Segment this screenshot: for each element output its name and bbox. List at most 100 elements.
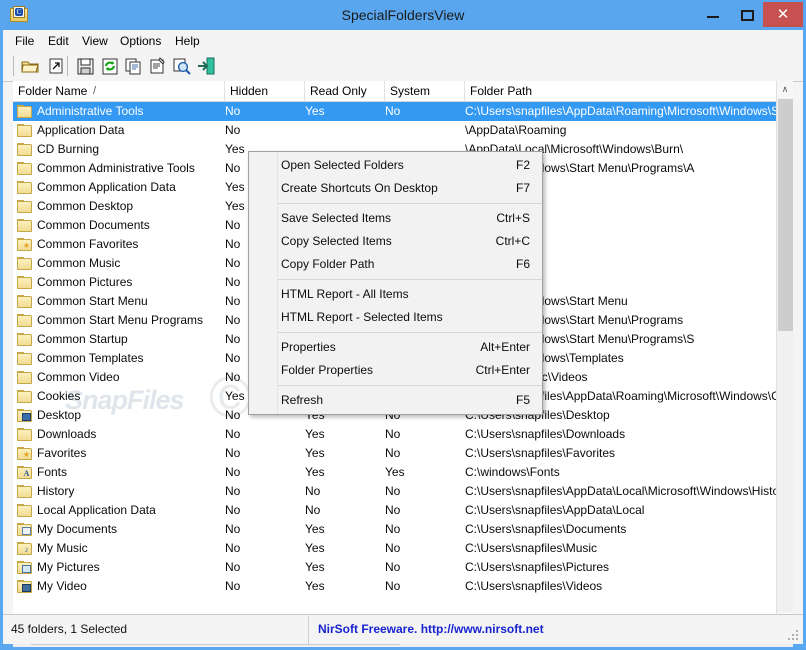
close-button[interactable]: ✕ (763, 2, 803, 27)
toolbar-separator (13, 56, 14, 76)
menu-item-label: Create Shortcuts On Desktop (281, 181, 438, 195)
menu-item-shortcut: F7 (515, 181, 530, 195)
menu-item-html-report-all-items[interactable]: HTML Report - All Items (249, 283, 542, 306)
table-row[interactable]: My Pictures No Yes No C:\Users\snapfiles\Pic… (13, 558, 776, 577)
menu-item-properties[interactable]: Properties Alt+Enter (249, 336, 542, 359)
menu-item-html-report-selected-items[interactable]: HTML Report - Selected Items (249, 306, 542, 329)
cell-hidden: No (225, 541, 241, 555)
column-header-folder-path[interactable]: Folder Path (465, 81, 786, 102)
menu-item-open-selected-folders[interactable]: Open Selected Folders F2 (249, 154, 542, 177)
menu-item-label: HTML Report - Selected Items (281, 310, 443, 324)
cell-hidden: No (225, 446, 241, 460)
folder-properties-button[interactable] (171, 55, 193, 77)
cell-system: No (385, 560, 401, 574)
cell-name: Common Documents (37, 218, 150, 232)
status-bar: 45 folders, 1 Selected NirSoft Freeware.… (3, 614, 803, 644)
title-bar: C SpecialFoldersView ✕ (0, 0, 806, 30)
properties-button[interactable] (147, 55, 169, 77)
minimize-button[interactable] (698, 3, 728, 27)
menubar-item-file[interactable]: File (9, 33, 40, 49)
cell-path: \AppData\Roaming (465, 123, 567, 137)
folder-icon (17, 295, 32, 308)
cell-path: C:\Users\snapfiles\Downloads (465, 427, 626, 441)
table-row[interactable]: A Fonts No Yes Yes C:\windows\Fonts (13, 463, 776, 482)
table-row[interactable]: Local Application Data No No No C:\Users\sna… (13, 501, 776, 520)
cell-path: C:\windows\Fonts (465, 465, 560, 479)
menu-separator (277, 203, 542, 204)
table-row[interactable]: Application Data No \AppData\Roaming (13, 121, 776, 140)
folder-icon (17, 162, 32, 175)
table-row[interactable]: My Documents No Yes No C:\Users\snapfiles\Do… (13, 520, 776, 539)
column-header-system[interactable]: System (385, 81, 465, 102)
cell-name: CD Burning (37, 142, 100, 156)
cell-hidden: No (225, 579, 241, 593)
context-menu[interactable]: Open Selected Folders F2 Create Shortcuts … (248, 151, 543, 415)
cell-read-only: No (305, 484, 321, 498)
menu-item-shortcut: F2 (515, 158, 530, 172)
table-row[interactable]: ♪ My Music No Yes No C:\Users\snapfiles\Music (13, 539, 776, 558)
cell-system: No (385, 503, 401, 517)
vertical-scrollbar[interactable]: ∧ ∨ (776, 81, 793, 629)
menu-item-copy-folder-path[interactable]: Copy Folder Path F6 (249, 253, 542, 276)
folder-icon (17, 276, 32, 289)
table-row[interactable]: ★ Favorites No Yes No C:\Users\snapfiles\Favo… (13, 444, 776, 463)
cell-system: No (385, 104, 401, 118)
cell-path: C:\Users\snapfiles\Music (465, 541, 598, 555)
cell-read-only: Yes (305, 465, 325, 479)
menu-item-folder-properties[interactable]: Folder Properties Ctrl+Enter (249, 359, 542, 382)
cell-path: C:\Users\snapfiles\AppData\Roaming\Micro… (465, 104, 783, 118)
resize-grip[interactable] (788, 630, 800, 642)
folder-icon (17, 257, 32, 270)
cell-name: Local Application Data (37, 503, 156, 517)
menubar-item-help[interactable]: Help (169, 33, 206, 49)
star-overlay-icon: ★ (22, 241, 31, 250)
table-row[interactable]: Administrative Tools No Yes No C:\Users\snap… (13, 102, 782, 121)
open-folder-button[interactable] (19, 55, 41, 77)
menu-item-create-shortcuts-on-desktop[interactable]: Create Shortcuts On Desktop F7 (249, 177, 542, 200)
menubar-item-view[interactable]: View (76, 33, 114, 49)
folder-desktop-icon (17, 409, 32, 422)
menu-bar: File Edit View Options Help (3, 30, 803, 52)
maximize-button[interactable] (732, 3, 762, 27)
cell-name: Fonts (37, 465, 68, 479)
folder-star-icon: ★ (17, 238, 32, 251)
menu-item-copy-selected-items[interactable]: Copy Selected Items Ctrl+C (249, 230, 542, 253)
create-shortcut-button[interactable] (45, 55, 67, 77)
menu-item-refresh[interactable]: Refresh F5 (249, 389, 542, 412)
menubar-item-options[interactable]: Options (114, 33, 167, 49)
cell-hidden: No (225, 503, 241, 517)
vertical-scroll-thumb[interactable] (778, 99, 793, 331)
folder-icon (17, 200, 32, 213)
menu-item-shortcut: F5 (515, 393, 530, 407)
cell-name: Common Pictures (37, 275, 133, 289)
cell-read-only: No (305, 503, 321, 517)
table-row[interactable]: My Video No Yes No C:\Users\snapfiles\Videos (13, 577, 776, 596)
scroll-up-icon[interactable]: ∧ (777, 81, 793, 98)
status-credit-link[interactable]: NirSoft Freeware. http://www.nirsoft.net (318, 622, 544, 636)
refresh-button[interactable] (99, 55, 121, 77)
cell-read-only (305, 121, 345, 140)
save-button[interactable] (75, 55, 97, 77)
menubar-item-edit[interactable]: Edit (42, 33, 75, 49)
cell-path: C:\Users\snapfiles\Favorites (465, 446, 616, 460)
cell-read-only: Yes (305, 104, 325, 118)
column-header-read-only[interactable]: Read Only (305, 81, 385, 102)
menu-item-shortcut: Ctrl+S (496, 211, 530, 225)
table-row[interactable]: Downloads No Yes No C:\Users\snapfiles\Downl… (13, 425, 776, 444)
copy-button[interactable] (123, 55, 145, 77)
cell-name: Common Start Menu (37, 294, 148, 308)
exit-button[interactable] (195, 55, 217, 77)
table-row[interactable]: History No No No C:\Users\snapfiles\AppData\… (13, 482, 783, 501)
cell-path: C:\Users\snapfiles\AppData\Local\Microso… (465, 484, 784, 498)
menu-item-label: Refresh (281, 393, 324, 407)
cell-name: Common Favorites (37, 237, 139, 251)
column-header-label: Folder Name (18, 84, 88, 98)
menu-item-save-selected-items[interactable]: Save Selected Items Ctrl+S (249, 207, 542, 230)
column-header-label: Folder Path (470, 84, 533, 98)
list-column-header: Folder Name / Hidden Read Only System Folder … (13, 81, 793, 102)
document-overlay-icon (22, 527, 31, 535)
column-header-folder-name[interactable]: Folder Name / (13, 81, 225, 102)
menu-item-label: Open Selected Folders (281, 158, 404, 172)
folder-icon (17, 352, 32, 365)
column-header-hidden[interactable]: Hidden (225, 81, 305, 102)
